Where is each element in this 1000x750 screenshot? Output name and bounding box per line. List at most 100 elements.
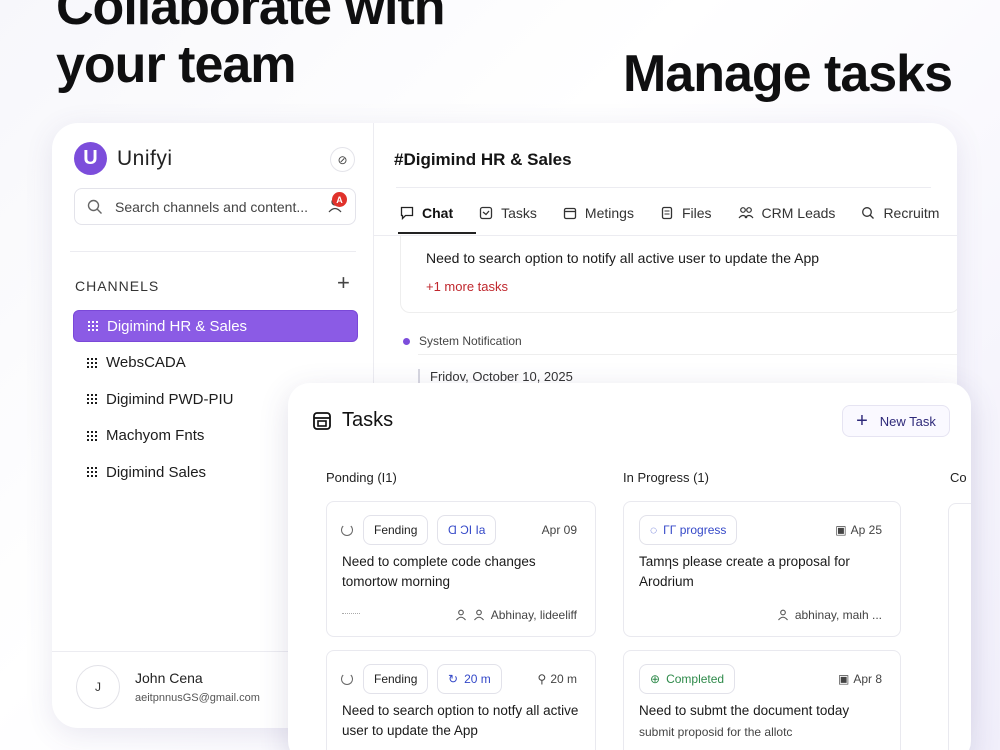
new-task-label: New Task xyxy=(879,413,936,429)
timer-icon: ↻ xyxy=(448,672,459,686)
grid-icon xyxy=(87,430,97,441)
tasks-header: Tasks xyxy=(312,409,393,432)
calendar-icon xyxy=(563,207,577,220)
task-card[interactable]: ⊕ Completed ▣ Apr 8 Need to submt the do… xyxy=(623,650,901,750)
tab-label: Metings xyxy=(584,205,634,221)
channel-label: Digimind PWD-PIU xyxy=(106,390,234,408)
plus-icon: + xyxy=(856,410,868,432)
task-title: Tamηs please create a proposal for Arodr… xyxy=(639,554,850,589)
assignees: Abhinay, lideeliff xyxy=(455,608,577,622)
chat-icon xyxy=(400,206,414,220)
tab-chat[interactable]: Chat xyxy=(400,205,453,221)
loading-icon xyxy=(341,524,353,536)
tag-label: 20 m xyxy=(464,672,491,686)
channel-label: WebsCADA xyxy=(106,354,186,371)
channel-label: Machyom Fnts xyxy=(106,427,205,444)
status-toggle-button[interactable]: ⊘ xyxy=(330,147,355,172)
search-icon: ⚲ xyxy=(537,672,547,686)
tab-tasks[interactable]: Tasks xyxy=(479,205,537,221)
status-badge: ⊕ Completed xyxy=(639,664,736,694)
user-icon xyxy=(455,609,466,621)
loading-icon xyxy=(341,673,353,685)
user-icon xyxy=(777,609,788,621)
alert-badge: A xyxy=(332,192,347,207)
channel-title: #Digimind HR & Sales xyxy=(394,150,572,169)
task-title: Need to search option to notfy all activ… xyxy=(342,703,579,738)
tab-bar: Chat Tasks Metings Files CRM Leads Recru… xyxy=(400,205,957,221)
tab-recruitment[interactable]: Recruitm xyxy=(861,205,939,221)
system-notification-label: System Notification xyxy=(419,334,522,348)
divider xyxy=(342,613,360,614)
tab-label: CRM Leads xyxy=(761,205,836,221)
user-name: John Cena xyxy=(135,670,203,686)
divider xyxy=(70,251,356,252)
tab-files[interactable]: Files xyxy=(660,205,712,221)
search-placeholder: Search channels and content... xyxy=(115,198,309,215)
file-icon xyxy=(661,206,673,220)
hero-line-2: your team xyxy=(56,36,297,94)
message-text: Need to search option to notify all acti… xyxy=(426,250,820,266)
check-circle-icon: ⊕ xyxy=(650,672,661,686)
column-header-pending: Ponding (I1) xyxy=(326,470,397,485)
tab-meetings[interactable]: Metings xyxy=(563,205,634,221)
tasks-panel: Tasks + New Task Ponding (I1) In Progres… xyxy=(288,383,971,750)
grid-icon xyxy=(87,467,97,477)
checkbox-icon xyxy=(479,206,493,220)
tag-badge: Ɑ ϽΙ Ιa xyxy=(437,515,497,545)
hero-heading-left: Collaborate with your team xyxy=(56,0,516,94)
assignee-names: abhinay, maιh ... xyxy=(794,608,882,622)
task-card[interactable]: Fending Ɑ ϽΙ Ιa Apr 09 Need to complete … xyxy=(326,501,596,637)
calendar-icon: ▣ xyxy=(837,672,850,686)
user-alert-button[interactable]: A xyxy=(327,192,347,215)
status-badge: Fending xyxy=(363,515,429,545)
tab-label: Recruitm xyxy=(883,205,940,221)
grid-icon xyxy=(88,321,98,331)
user-icon xyxy=(473,609,484,621)
task-message-card[interactable]: Need to search option to notify all acti… xyxy=(400,235,957,313)
assignees: abhinay, maιh ... xyxy=(777,608,882,622)
search-icon xyxy=(87,199,102,214)
channel-label: Digimind HR & Sales xyxy=(107,317,248,335)
column-header-completed: Co xyxy=(950,470,967,485)
active-tab-indicator xyxy=(398,232,476,234)
search-input[interactable]: Search channels and content... A xyxy=(74,188,356,225)
tab-label: Chat xyxy=(422,205,454,221)
date-label: Ap 25 xyxy=(850,523,882,537)
avatar: J xyxy=(76,665,120,709)
grid-icon xyxy=(87,394,97,404)
hero-heading-right: Manage tasks xyxy=(622,45,953,103)
task-card[interactable]: ◌ ΓΓ progress ▣ Ap 25 Tamηs please creat… xyxy=(623,501,901,637)
task-title: Need to submt the document today xyxy=(639,703,850,718)
logo-mark-icon: U xyxy=(74,142,107,175)
channel-label: Digimind Sales xyxy=(106,463,207,481)
app-name: Unifyi xyxy=(117,146,173,170)
channel-item-webscada[interactable]: WebsCADA xyxy=(73,347,358,379)
tag-badge: ↻ 20 m xyxy=(437,664,502,694)
people-icon xyxy=(738,207,753,219)
tasks-title: Tasks xyxy=(342,409,394,431)
tasks-icon xyxy=(313,411,331,430)
new-task-button[interactable]: + New Task xyxy=(842,405,950,437)
due-date: ⚲ 20 m xyxy=(538,672,577,686)
due-date: ▣ Ap 25 xyxy=(835,523,882,537)
status-badge: ◌ ΓΓ progress xyxy=(639,515,738,545)
system-dot-icon xyxy=(403,338,410,345)
date-label: 20 m xyxy=(550,672,577,686)
grid-icon xyxy=(87,357,97,368)
status-label: Completed xyxy=(666,672,725,686)
user-email: aeitpnnusGS@gmail.com xyxy=(135,692,260,704)
task-card[interactable]: Fending ↻ 20 m ⚲ 20 m Need to search opt… xyxy=(326,650,596,750)
more-tasks-link[interactable]: +1 more tasks xyxy=(426,279,508,294)
due-date: ▣ Apr 8 xyxy=(838,672,882,686)
calendar-icon: ▣ xyxy=(835,523,847,537)
search-icon xyxy=(862,207,875,219)
completed-column-peek xyxy=(948,503,971,750)
task-description: submit proposid for the allotc xyxy=(639,725,793,739)
tab-crm-leads[interactable]: CRM Leads xyxy=(738,205,836,221)
progress-icon: ◌ xyxy=(650,523,658,537)
status-label: ΓΓ progress xyxy=(663,523,727,537)
logo[interactable]: U Unifyi xyxy=(74,142,173,175)
add-channel-button[interactable]: + xyxy=(337,272,350,294)
date-label: Apr 8 xyxy=(853,672,882,686)
channel-item-digimind-hr-sales[interactable]: Digimind HR & Sales xyxy=(73,310,358,342)
